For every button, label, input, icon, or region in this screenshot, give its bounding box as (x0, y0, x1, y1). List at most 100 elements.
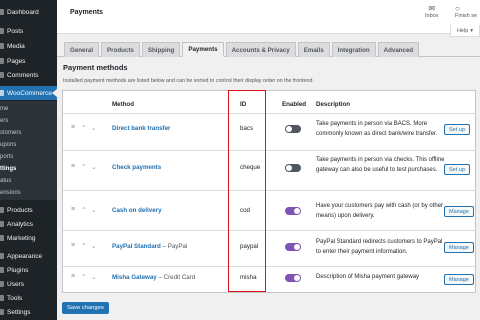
sidebar-item-media[interactable]: Media (0, 39, 57, 53)
method-name-link[interactable]: Misha Gateway – Credit Card (112, 274, 195, 281)
page-title: Payments (70, 9, 104, 16)
enabled-toggle[interactable] (285, 125, 301, 133)
tab-accounts-privacy[interactable]: Accounts & Privacy (225, 42, 296, 57)
sidebar-item-posts[interactable]: Posts (0, 24, 57, 38)
payment-methods-table: Method ID Enabled Description ≡ ⌃ ⌄ Dire… (62, 90, 476, 293)
inbox-icon: ✉ (428, 4, 436, 13)
toggle-knob (286, 126, 292, 132)
sidebar-item-pages[interactable]: Pages (0, 54, 57, 68)
move-down-icon[interactable]: ⌄ (91, 206, 96, 214)
move-up-icon[interactable]: ⌃ (81, 242, 86, 250)
posts-icon (0, 28, 4, 34)
section-title: Payment methods (63, 63, 128, 72)
sidebar-item-plugins[interactable]: Plugins (0, 263, 57, 277)
table-row: ≡ ⌃ ⌄ PayPal Standard – PayPal paypal Pa… (63, 230, 475, 266)
woocommerce-icon (0, 90, 4, 96)
sidebar-item-dashboard[interactable]: Dashboard (0, 5, 57, 19)
enabled-toggle[interactable] (285, 164, 301, 172)
column-header-method: Method (112, 101, 134, 108)
toggle-knob (294, 275, 300, 281)
sidebar-item-comments[interactable]: Comments (0, 68, 57, 82)
move-up-icon[interactable]: ⌃ (81, 124, 86, 132)
move-up-icon[interactable]: ⌃ (81, 163, 86, 171)
table-row: ≡ ⌃ ⌄ Cash on delivery cod Have your cus… (63, 190, 475, 230)
method-description: Description of Misha payment gateway (316, 274, 420, 280)
drag-handle-icon[interactable]: ≡ (71, 273, 75, 280)
submenu-home[interactable]: me (0, 103, 57, 114)
method-description: PayPal Standard redirects customers to P… (316, 239, 443, 255)
settings-tabs: General Products Shipping Payments Accou… (64, 42, 420, 57)
enabled-toggle[interactable] (285, 207, 301, 215)
move-down-icon[interactable]: ⌄ (91, 242, 96, 250)
users-icon (0, 281, 4, 287)
drag-handle-icon[interactable]: ≡ (71, 206, 75, 213)
enabled-toggle[interactable] (285, 274, 301, 282)
method-description: Take payments in person via BACS. More c… (316, 121, 438, 137)
comments-icon (0, 72, 4, 78)
table-row: ≡ ⌃ ⌄ Check payments cheque Take payment… (63, 150, 475, 190)
marketing-icon (0, 235, 4, 241)
sidebar-item-appearance[interactable]: Appearance (0, 249, 57, 263)
sidebar-item-products[interactable]: Products (0, 203, 57, 217)
drag-handle-icon[interactable]: ≡ (71, 163, 75, 170)
manage-button[interactable]: Manage (444, 242, 474, 253)
method-name-link[interactable]: Check payments (112, 164, 161, 171)
sidebar-item-tools[interactable]: Tools (0, 291, 57, 305)
move-down-icon[interactable]: ⌄ (91, 124, 96, 132)
manage-button[interactable]: Manage (444, 206, 474, 217)
submenu-extensions[interactable]: ensions (0, 187, 57, 198)
tab-general[interactable]: General (64, 42, 100, 57)
sidebar-item-marketing[interactable]: Marketing (0, 231, 57, 245)
dashboard-icon (0, 9, 4, 15)
drag-handle-icon[interactable]: ≡ (71, 242, 75, 249)
method-description: Take payments in person via checks. This… (316, 157, 445, 173)
move-down-icon[interactable]: ⌄ (91, 163, 96, 171)
method-name-link[interactable]: Cash on delivery (112, 207, 162, 214)
analytics-icon (0, 221, 4, 227)
setup-button[interactable]: Set up (444, 164, 470, 175)
sidebar-item-analytics[interactable]: Analytics (0, 217, 57, 231)
sidebar-item-settings[interactable]: Settings (0, 305, 57, 319)
submenu-reports[interactable]: ports (0, 151, 57, 162)
products-icon (0, 207, 4, 213)
table-row: ≡ ⌃ ⌄ Misha Gateway – Credit Card misha … (63, 266, 475, 292)
move-down-icon[interactable]: ⌄ (91, 273, 96, 281)
progress-circle-icon: ○ (455, 4, 460, 13)
submenu-coupons[interactable]: upons (0, 139, 57, 150)
move-up-icon[interactable]: ⌃ (81, 273, 86, 281)
toggle-knob (286, 165, 292, 171)
sidebar-item-users[interactable]: Users (0, 277, 57, 291)
submenu-settings[interactable]: ttings (0, 163, 57, 174)
move-up-icon[interactable]: ⌃ (81, 206, 86, 214)
table-row: ≡ ⌃ ⌄ Direct bank transfer bacs Take pay… (63, 113, 475, 150)
submenu-status[interactable]: atus (0, 175, 57, 186)
toggle-knob (294, 208, 300, 214)
tab-shipping[interactable]: Shipping (141, 42, 181, 57)
pages-icon (0, 58, 4, 64)
tools-icon (0, 295, 4, 301)
admin-sidebar: Dashboard Posts Media Pages Comments Woo… (0, 0, 57, 320)
tab-advanced[interactable]: Advanced (377, 42, 420, 57)
submenu-orders[interactable]: ers (0, 115, 57, 126)
finish-setup-button[interactable]: ○ Finish se (455, 4, 477, 19)
page-header: Payments ✉ Inbox ○ Finish se Help ▾ (57, 0, 480, 37)
save-changes-button[interactable]: Save changes (62, 302, 109, 314)
help-tab[interactable]: Help ▾ (450, 25, 480, 37)
enabled-toggle[interactable] (285, 243, 301, 251)
drag-handle-icon[interactable]: ≡ (71, 124, 75, 131)
method-name-link[interactable]: Direct bank transfer (112, 125, 170, 132)
section-description: Installed payment methods are listed bel… (63, 78, 314, 84)
submenu-customers[interactable]: stomers (0, 127, 57, 138)
setup-button[interactable]: Set up (444, 124, 470, 135)
tab-products[interactable]: Products (101, 42, 140, 57)
column-header-description: Description (316, 101, 351, 108)
inbox-button[interactable]: ✉ Inbox (425, 4, 438, 19)
manage-button[interactable]: Manage (444, 274, 474, 285)
tab-integration[interactable]: Integration (331, 42, 376, 57)
sidebar-item-woocommerce[interactable]: WooCommerce (0, 86, 57, 100)
method-name-link[interactable]: PayPal Standard – PayPal (112, 243, 187, 250)
tab-emails[interactable]: Emails (297, 42, 330, 57)
id-column-highlight (228, 90, 266, 292)
method-description: Have your customers pay with cash (or by… (316, 203, 444, 219)
tab-payments[interactable]: Payments (182, 42, 224, 57)
